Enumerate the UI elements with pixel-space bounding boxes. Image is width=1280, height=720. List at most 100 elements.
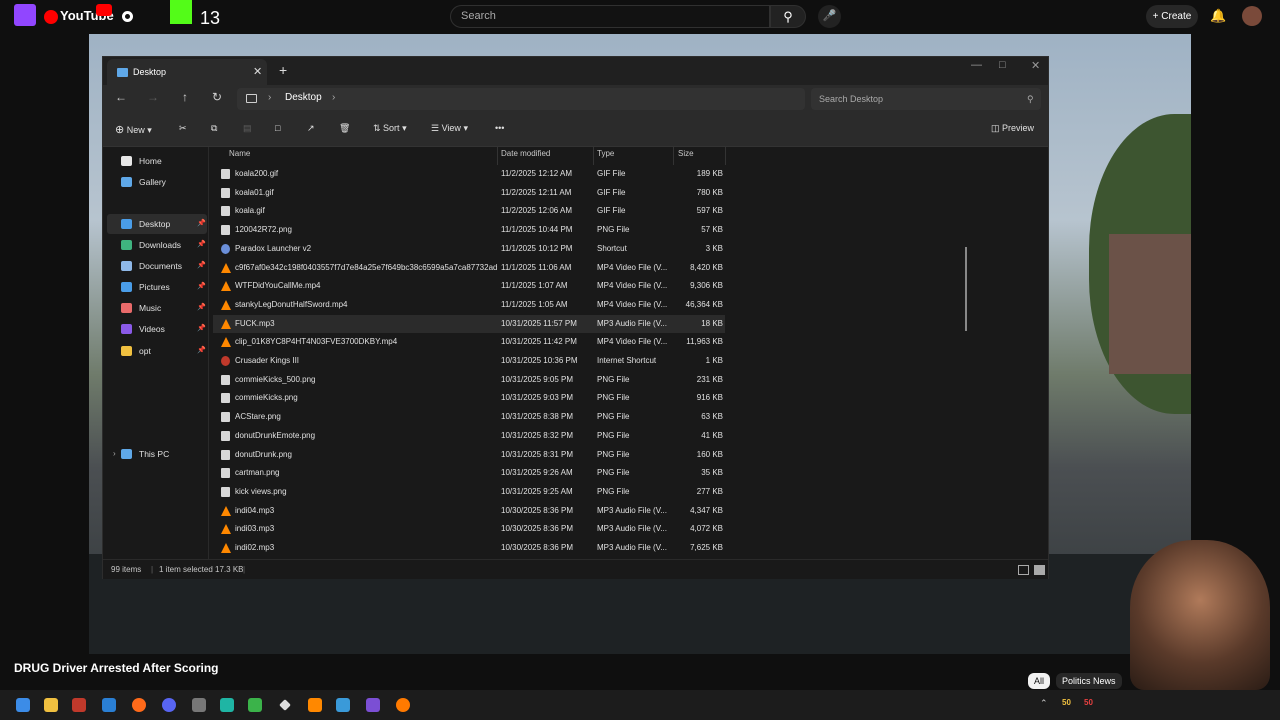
refresh-icon[interactable]: ↻: [209, 90, 225, 104]
column-divider[interactable]: [673, 147, 674, 165]
app-icon[interactable]: [279, 699, 291, 711]
pin-icon[interactable]: 📌: [197, 298, 206, 318]
address-bar[interactable]: › Desktop ›: [237, 88, 805, 110]
sidebar-item-documents[interactable]: Documents 📌: [107, 256, 207, 276]
search-input[interactable]: Search Desktop ⚲: [811, 88, 1041, 110]
vlc-icon[interactable]: [308, 698, 322, 712]
search-app-icon[interactable]: [396, 698, 410, 712]
new-button[interactable]: ⊕ New ▾: [115, 123, 152, 136]
bell-icon[interactable]: 🔔: [1210, 8, 1226, 24]
share-icon[interactable]: ↗: [307, 123, 315, 134]
column-name[interactable]: Name: [229, 149, 250, 158]
file-row[interactable]: indi03.mp3 10/30/2025 8:36 PM MP3 Audio Fi…: [213, 520, 725, 538]
paste-icon[interactable]: ▤: [243, 123, 252, 134]
up-icon[interactable]: ↑: [177, 90, 193, 104]
user-avatar[interactable]: [1242, 6, 1262, 26]
youtube-search-input[interactable]: Search: [450, 5, 770, 28]
file-row[interactable]: indi02.mp3 10/30/2025 8:36 PM MP3 Audio Fi…: [213, 539, 725, 557]
file-row[interactable]: Paradox Launcher v2 11/1/2025 10:12 PM Sho…: [213, 240, 725, 258]
file-row[interactable]: ACStare.png 10/31/2025 8:38 PM PNG File 63 …: [213, 408, 725, 426]
pin-icon[interactable]: 📌: [197, 256, 206, 276]
file-row[interactable]: koala200.gif 11/2/2025 12:12 AM GIF File 18…: [213, 165, 725, 183]
file-row[interactable]: commieKicks.png 10/31/2025 9:03 PM PNG Fil…: [213, 389, 725, 407]
view-button[interactable]: ☰ View ▾: [431, 123, 468, 134]
app-icon[interactable]: [72, 698, 86, 712]
kick-icon[interactable]: [170, 0, 192, 24]
minimize-icon[interactable]: —: [971, 59, 982, 71]
chevron-right-icon[interactable]: ›: [113, 444, 116, 464]
pin-icon[interactable]: 📌: [197, 341, 206, 361]
scrollbar[interactable]: [965, 247, 967, 331]
chevron-right-icon[interactable]: ›: [332, 92, 335, 103]
maximize-icon[interactable]: □: [999, 59, 1006, 71]
video-title[interactable]: DRUG Driver Arrested After Scoring: [14, 661, 219, 675]
back-icon[interactable]: ←: [113, 90, 129, 104]
app-icon[interactable]: [366, 698, 380, 712]
file-row[interactable]: c9f67af0e342c198f0403557f7d7e84a25e7f649…: [213, 259, 725, 277]
start-icon[interactable]: [16, 698, 30, 712]
sidebar-item-downloads[interactable]: Downloads 📌: [107, 235, 207, 255]
close-tab-icon[interactable]: ✕: [253, 59, 262, 85]
file-row[interactable]: 120042R72.png 11/1/2025 10:44 PM PNG File 5…: [213, 221, 725, 239]
chip-all[interactable]: All: [1028, 673, 1051, 689]
file-row[interactable]: stankyLegDonutHalfSword.mp4 11/1/2025 1:0…: [213, 296, 725, 314]
file-row[interactable]: koala.gif 11/2/2025 12:06 AM GIF File 597 K…: [213, 202, 725, 220]
notepad-icon[interactable]: [248, 698, 262, 712]
file-row[interactable]: WTFDidYouCallMe.mp4 11/1/2025 1:07 AM MP4 …: [213, 277, 725, 295]
tab-desktop[interactable]: Desktop ✕: [107, 59, 267, 85]
column-divider[interactable]: [593, 147, 594, 165]
sort-button[interactable]: ⇅ Sort ▾: [373, 123, 407, 134]
delete-icon[interactable]: 🗑: [339, 123, 350, 134]
twitch-icon[interactable]: [14, 4, 36, 26]
column-divider[interactable]: [725, 147, 726, 165]
column-divider[interactable]: [497, 147, 498, 165]
pin-icon[interactable]: 📌: [197, 277, 206, 297]
app-icon[interactable]: [220, 698, 234, 712]
file-row[interactable]: indi04.mp3 10/30/2025 8:36 PM MP3 Audio Fi…: [213, 502, 725, 520]
sidebar-item-videos[interactable]: Videos 📌: [107, 319, 207, 339]
steam-icon[interactable]: [102, 698, 116, 712]
new-tab-icon[interactable]: +: [279, 62, 287, 78]
file-row[interactable]: donutDrunk.png 10/31/2025 8:31 PM PNG File…: [213, 446, 725, 464]
rename-icon[interactable]: □: [275, 123, 280, 133]
pin-icon[interactable]: 📌: [197, 235, 206, 255]
file-row[interactable]: donutDrunkEmote.png 10/31/2025 8:32 PM PNG…: [213, 427, 725, 445]
sidebar-item-gallery[interactable]: Gallery: [107, 172, 207, 192]
file-row[interactable]: kick views.png 10/31/2025 9:25 AM PNG File…: [213, 483, 725, 501]
sidebar-item-this-pc[interactable]: › This PC: [107, 444, 207, 464]
column-type[interactable]: Type: [597, 149, 614, 158]
file-row[interactable]: koala01.gif 11/2/2025 12:11 AM GIF File 780…: [213, 184, 725, 202]
steam-icon[interactable]: [336, 698, 350, 712]
preview-button[interactable]: ◫ Preview: [991, 123, 1034, 134]
file-row[interactable]: Crusader Kings III 10/31/2025 10:36 PM Int…: [213, 352, 725, 370]
chip-politics-news[interactable]: Politics News: [1056, 673, 1122, 689]
microphone-icon[interactable]: 🎤: [818, 5, 841, 28]
column-date-modified[interactable]: Date modified: [501, 149, 550, 158]
pin-icon[interactable]: 📌: [197, 319, 206, 339]
youtube-search-button[interactable]: ⚲: [770, 5, 806, 28]
file-row[interactable]: clip_01K8YC8P4HT4N03FVE3700DKBY.mp4 10/31…: [213, 333, 725, 351]
file-row[interactable]: cartman.png 10/31/2025 9:26 AM PNG File 35 …: [213, 464, 725, 482]
file-row[interactable]: FUCK.mp3 10/31/2025 11:57 PM MP3 Audio Fil…: [213, 314, 725, 333]
sidebar-item-desktop[interactable]: Desktop 📌: [107, 214, 207, 234]
forward-icon[interactable]: →: [145, 90, 161, 104]
more-options-icon[interactable]: •••: [495, 123, 504, 133]
details-view-icon[interactable]: [1018, 565, 1029, 575]
sidebar-item-music[interactable]: Music 📌: [107, 298, 207, 318]
pin-icon[interactable]: 📌: [197, 214, 206, 234]
firefox-icon[interactable]: [132, 698, 146, 712]
column-size[interactable]: Size: [678, 149, 694, 158]
sidebar-item-pictures[interactable]: Pictures 📌: [107, 277, 207, 297]
discord-icon[interactable]: [162, 698, 176, 712]
file-explorer-icon[interactable]: [44, 698, 58, 712]
breadcrumb[interactable]: Desktop: [285, 92, 322, 103]
copy-icon[interactable]: ⧉: [211, 123, 217, 134]
file-row[interactable]: commieKicks_500.png 10/31/2025 9:05 PM PNG…: [213, 371, 725, 389]
sidebar-item-home[interactable]: Home: [107, 151, 207, 171]
close-window-icon[interactable]: ✕: [1031, 59, 1040, 72]
cut-icon[interactable]: ✂: [179, 123, 187, 134]
sidebar-item-opt[interactable]: opt 📌: [107, 341, 207, 361]
app-icon[interactable]: [192, 698, 206, 712]
chevron-up-icon[interactable]: ⌃: [1040, 698, 1048, 709]
tiles-view-icon[interactable]: [1034, 565, 1045, 575]
